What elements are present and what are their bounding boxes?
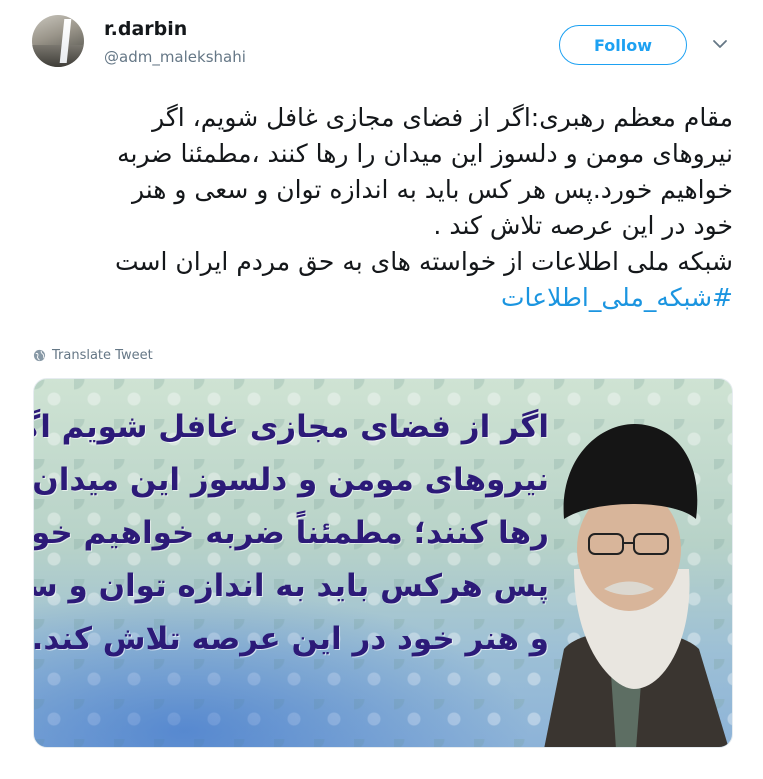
follow-button[interactable]: Follow (559, 25, 687, 65)
tweet-line: شبکه ملی اطلاعات از خواسته های به حق مرد… (114, 247, 733, 276)
quote-line: و هنر خود در این عرصه تلاش کند. (33, 621, 549, 657)
tweet-line: خود در این عرصه تلاش کند . (433, 211, 733, 240)
tweet-header: r.darbin @adm_malekshahi Follow (0, 0, 763, 80)
hashtag-link[interactable]: #شبکه_ملی_اطلاعات (30, 280, 733, 316)
tweet-line: خواهیم خورد.پس هر کس باید به اندازه توان… (131, 175, 733, 204)
chevron-down-icon[interactable] (712, 36, 728, 52)
user-handle[interactable]: @adm_malekshahi (104, 48, 246, 66)
quote-line: نیروهای مومن و دلسوز این میدان را (33, 462, 549, 498)
quote-line: پس هرکس باید به اندازه توان و سعی (33, 568, 549, 604)
globe-icon (33, 349, 46, 361)
tweet-line: مقام معظم رهبری:اگر از فضای مجازی غافل ش… (152, 103, 733, 132)
avatar-rock (32, 45, 84, 67)
quote-line: اگر از فضای مجازی غافل شویم اگر (33, 409, 549, 445)
quote-line: رها کنند؛ مطمئناً ضربه خواهیم خورد. (33, 515, 549, 551)
avatar[interactable] (32, 15, 84, 67)
tweet-line: نیروهای مومن و دلسوز این میدان را رها کن… (117, 139, 733, 168)
tweet-text: مقام معظم رهبری:اگر از فضای مجازی غافل ش… (30, 100, 733, 316)
translate-tweet-link[interactable]: Translate Tweet (33, 346, 153, 364)
user-name[interactable]: r.darbin (104, 18, 187, 40)
portrait-illustration (544, 424, 729, 747)
image-quote: اگر از فضای مجازی غافل شویم اگر نیروهای … (33, 401, 549, 666)
tweet-image[interactable]: اگر از فضای مجازی غافل شویم اگر نیروهای … (33, 378, 733, 748)
translate-label[interactable]: Translate Tweet (52, 348, 153, 363)
